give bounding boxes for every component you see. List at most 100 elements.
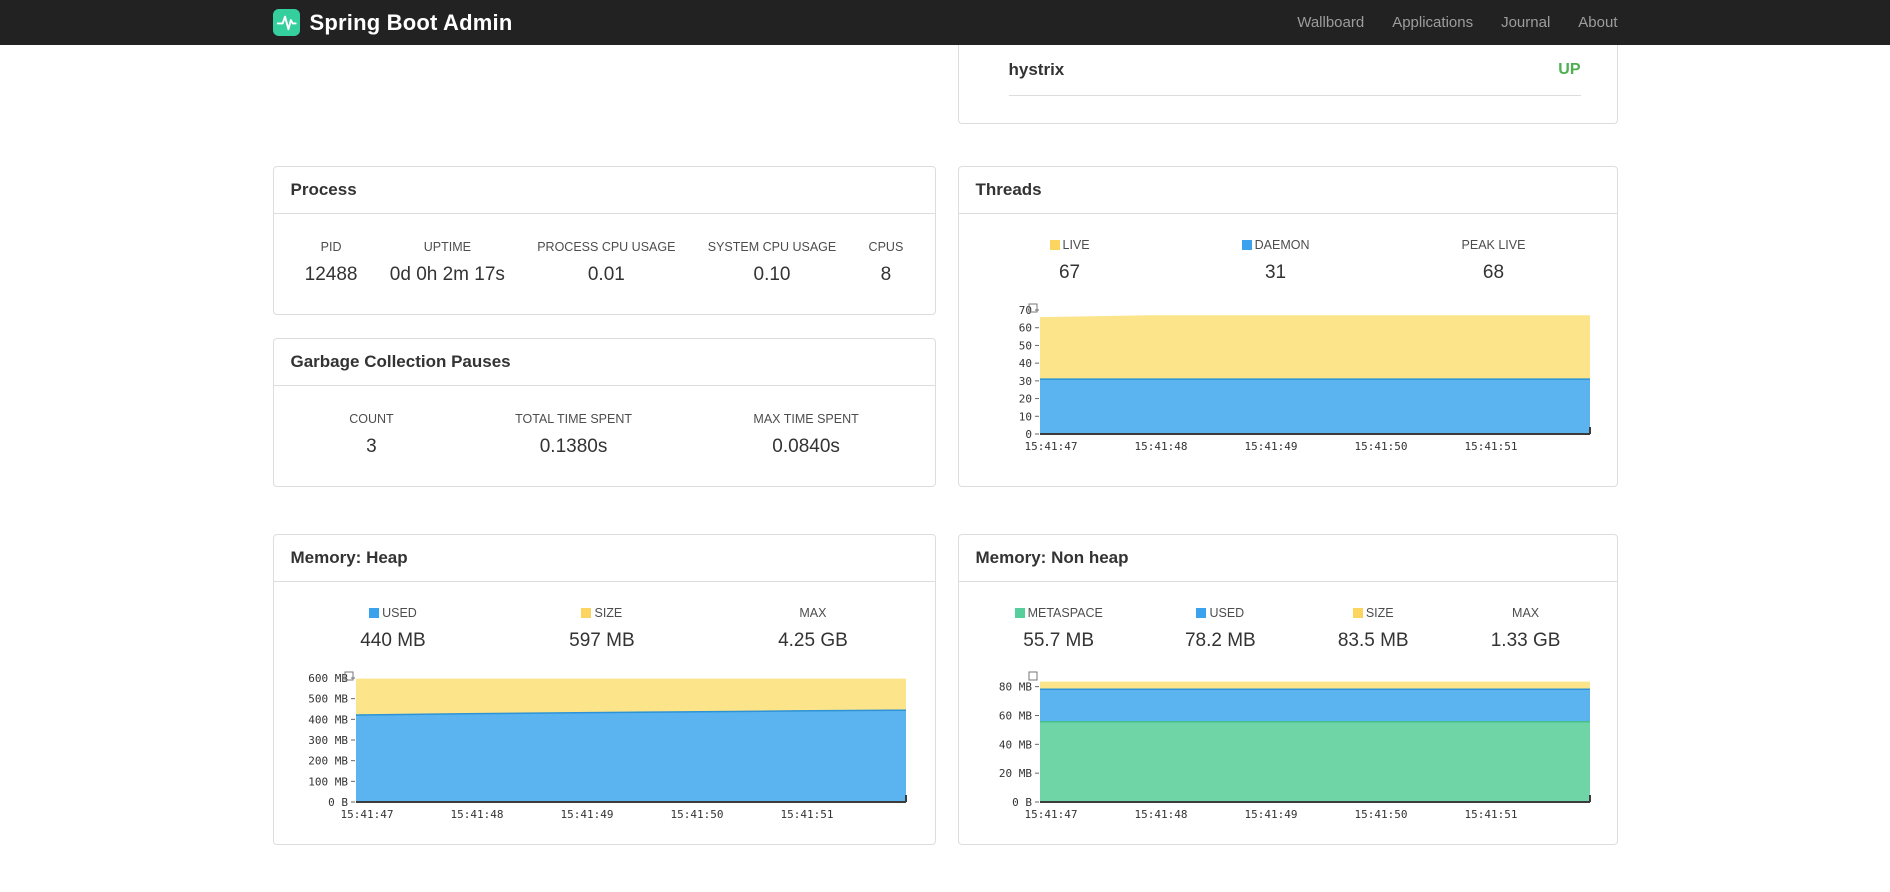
process-metrics: PID 12488 UPTIME 0d 0h 2m 17s PROCESS CP…: [289, 240, 920, 286]
metric-label: DAEMON: [1241, 238, 1310, 252]
svg-text:15:41:47: 15:41:47: [341, 808, 394, 821]
svg-text:15:41:51: 15:41:51: [1464, 808, 1517, 821]
svg-text:15:41:49: 15:41:49: [561, 808, 614, 821]
legend-marker: [1049, 240, 1060, 250]
metric: SYSTEM CPU USAGE 0.10: [708, 240, 837, 286]
metric: USED 440 MB: [360, 606, 425, 652]
nav-item-applications[interactable]: Applications: [1392, 14, 1473, 31]
svg-text:40 MB: 40 MB: [998, 738, 1031, 751]
metric-label: SYSTEM CPU USAGE: [707, 240, 837, 254]
metric: CPUS 8: [869, 240, 904, 286]
metric-label: MAX TIME SPENT: [753, 412, 859, 426]
svg-text:15:41:47: 15:41:47: [1024, 808, 1077, 821]
metric-value: 3: [366, 436, 377, 457]
svg-text:100 MB: 100 MB: [308, 775, 348, 788]
metric-value: 8: [880, 264, 892, 285]
svg-text:15:41:50: 15:41:50: [1354, 808, 1407, 821]
left-column: Process PID 12488 UPTIME 0d 0h 2m 17s PR…: [272, 166, 936, 487]
nav-item-wallboard[interactable]: Wallboard: [1297, 14, 1364, 31]
panel-title: Memory: Heap: [290, 548, 408, 567]
metric-label: COUNT: [349, 412, 394, 426]
svg-text:200 MB: 200 MB: [308, 755, 348, 768]
heap-panel: Memory: Heap USED 440 MB SIZE 597 MB MAX…: [272, 534, 936, 845]
threads-metrics: LIVE 67 DAEMON 31 PEAK LIVE 68: [974, 238, 1602, 284]
legend-marker: [369, 608, 380, 618]
metric-value: 4.25 GB: [778, 630, 848, 651]
svg-text:15:41:51: 15:41:51: [1464, 440, 1517, 453]
svg-text:20: 20: [1018, 393, 1031, 406]
svg-text:15:41:48: 15:41:48: [1134, 808, 1187, 821]
metric-value: 0d 0h 2m 17s: [389, 264, 505, 285]
nav-item-about[interactable]: About: [1578, 14, 1617, 31]
metric-label: USED: [1185, 606, 1256, 620]
svg-text:40: 40: [1018, 357, 1031, 370]
metric: PEAK LIVE 68: [1462, 238, 1526, 284]
status-badge: UP: [1558, 61, 1581, 78]
svg-text:15:41:50: 15:41:50: [671, 808, 724, 821]
metric-label: LIVE: [1049, 238, 1090, 252]
svg-text:60 MB: 60 MB: [998, 709, 1031, 722]
threads-panel: Threads LIVE 67 DAEMON 31 PEAK LIVE 68 0…: [957, 166, 1618, 487]
metric: PID 12488: [305, 240, 358, 286]
metric-label: UPTIME: [423, 240, 471, 254]
svg-text:600 MB: 600 MB: [308, 672, 348, 685]
heap-metrics: USED 440 MB SIZE 597 MB MAX 4.25 GB: [289, 606, 920, 652]
heap-chart: 0 B100 MB200 MB300 MB400 MB500 MB600 MB1…: [308, 671, 907, 821]
panel-title: Garbage Collection Pauses: [290, 352, 511, 371]
brand[interactable]: Spring Boot Admin: [272, 9, 513, 36]
metric-value: 0.0840s: [772, 436, 840, 457]
panel-title: Process: [290, 180, 357, 199]
row-process-threads: Process PID 12488 UPTIME 0d 0h 2m 17s PR…: [272, 166, 1618, 487]
metric: PROCESS CPU USAGE 0.01: [537, 240, 675, 286]
hystrix-panel: hystrix UP: [957, 45, 1618, 124]
svg-text:10: 10: [1018, 410, 1031, 423]
metric-value: 67: [1058, 262, 1081, 283]
metric: UPTIME 0d 0h 2m 17s: [390, 240, 505, 286]
metric-value: 440 MB: [360, 630, 426, 651]
nonheap-panel: Memory: Non heap METASPACE 55.7 MB USED …: [957, 534, 1618, 845]
metric-value: 0.01: [587, 264, 625, 285]
svg-text:15:41:51: 15:41:51: [781, 808, 834, 821]
metric-value: 597 MB: [569, 630, 635, 651]
svg-text:15:41:49: 15:41:49: [1244, 808, 1297, 821]
svg-text:60: 60: [1018, 322, 1031, 335]
nonheap-chart: 0 B20 MB40 MB60 MB80 MB15:41:47 15:41:48 1…: [998, 671, 1591, 821]
legend-marker: [1241, 240, 1252, 250]
application-row[interactable]: hystrix UP: [1008, 45, 1581, 96]
svg-text:80 MB: 80 MB: [998, 681, 1031, 694]
brand-logo-icon: [272, 9, 300, 36]
metric: MAX TIME SPENT 0.0840s: [753, 412, 858, 458]
gc-panel: Garbage Collection Pauses COUNT 3 TOTAL …: [272, 338, 936, 487]
svg-text:500 MB: 500 MB: [308, 693, 348, 706]
metric-value: 78.2 MB: [1184, 630, 1256, 651]
gc-metrics: COUNT 3 TOTAL TIME SPENT 0.1380s MAX TIM…: [289, 412, 920, 458]
metric-value: 31: [1264, 262, 1287, 283]
metric: USED 78.2 MB: [1185, 606, 1256, 652]
metric-label: METASPACE: [1014, 606, 1103, 620]
svg-text:30: 30: [1018, 375, 1031, 388]
svg-text:15:41:47: 15:41:47: [1024, 440, 1077, 453]
metric: SIZE 597 MB: [569, 606, 634, 652]
svg-text:300 MB: 300 MB: [308, 734, 348, 747]
panel-title: Memory: Non heap: [975, 548, 1129, 567]
metric-label: MAX: [799, 606, 827, 620]
metric: TOTAL TIME SPENT 0.1380s: [515, 412, 632, 458]
metric-label: SIZE: [1338, 606, 1409, 620]
metric-label: PEAK LIVE: [1461, 238, 1526, 252]
row-memory: Memory: Heap USED 440 MB SIZE 597 MB MAX…: [272, 534, 1618, 845]
metric: DAEMON 31: [1241, 238, 1310, 284]
threads-chart: 01020304050607015:41:47 15:41:48 15:41:49 1…: [1018, 303, 1591, 453]
svg-text:15:41:50: 15:41:50: [1354, 440, 1407, 453]
navbar: Spring Boot Admin Wallboard Applications…: [0, 0, 1890, 45]
metric: SIZE 83.5 MB: [1338, 606, 1409, 652]
application-name: hystrix: [1008, 60, 1065, 79]
metric-value: 0.1380s: [539, 436, 608, 457]
svg-text:70: 70: [1018, 304, 1031, 317]
metric-label: TOTAL TIME SPENT: [515, 412, 632, 426]
metric: COUNT 3: [349, 412, 393, 458]
metric-label: PID: [320, 240, 342, 254]
legend-marker: [1352, 608, 1363, 618]
svg-text:50: 50: [1018, 339, 1031, 352]
metric-value: 55.7 MB: [1023, 630, 1095, 651]
nav-item-journal[interactable]: Journal: [1501, 14, 1550, 31]
